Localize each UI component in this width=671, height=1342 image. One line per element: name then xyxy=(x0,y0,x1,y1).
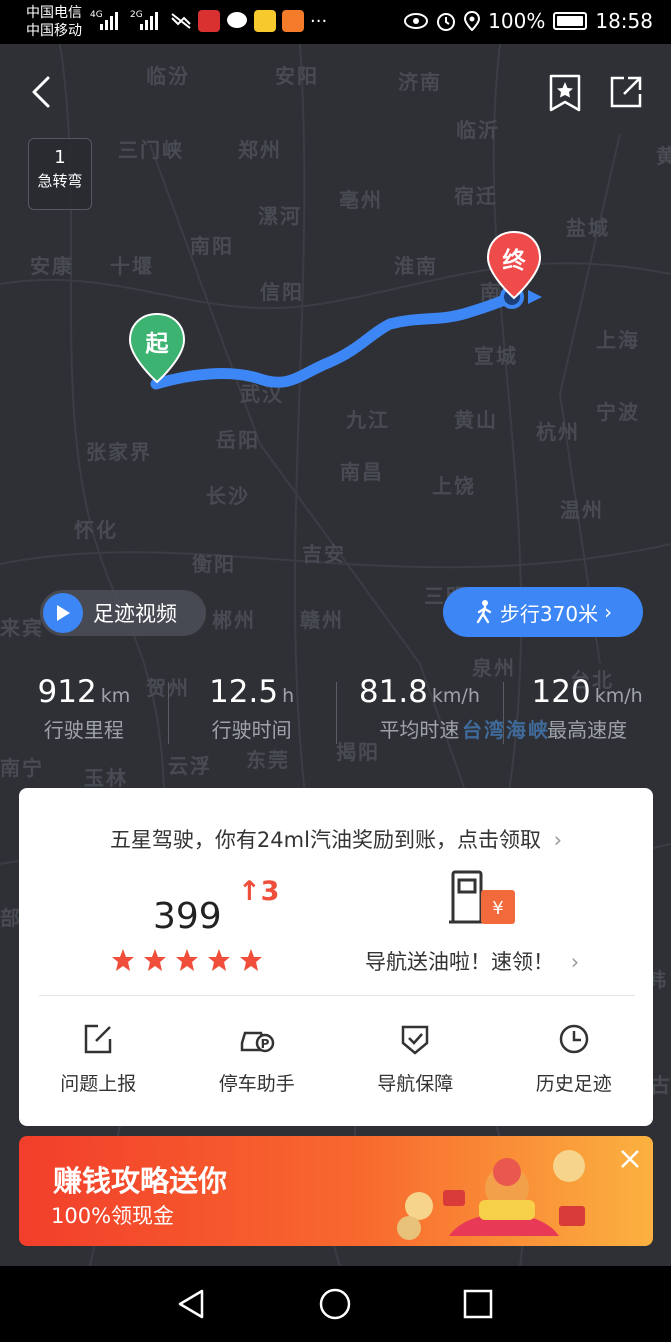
more-notifications-icon: ··· xyxy=(310,10,328,32)
fuel-promo-link[interactable]: 导航送油啦！速领！ › xyxy=(365,946,579,976)
stat-unit: km/h xyxy=(431,685,480,707)
chat-icon xyxy=(227,12,247,28)
nav-home-icon[interactable] xyxy=(317,1286,353,1322)
missed-call-icon xyxy=(171,13,191,29)
arrow-up-icon: ↑ xyxy=(238,876,261,907)
play-icon xyxy=(43,593,83,633)
star-icon xyxy=(240,949,262,971)
fuel-promo-text: 导航送油啦！速领！ xyxy=(365,950,554,974)
stat-avg-speed: 81.8 km/h 平均时速 xyxy=(335,674,504,754)
divider xyxy=(39,995,635,996)
end-pin-label: 终 xyxy=(502,248,526,274)
earn-money-banner[interactable]: 赚钱攻略送你 100%领现金 xyxy=(19,1136,653,1246)
battery-icon xyxy=(553,12,588,30)
battery-percent: 100% xyxy=(488,9,546,33)
walk-distance-button[interactable]: 步行370米 › xyxy=(443,587,643,637)
stat-label: 最高速度 xyxy=(547,718,628,742)
city-label: 云浮 xyxy=(168,754,212,778)
stat-unit: h xyxy=(282,685,295,707)
end-pin: 终 xyxy=(486,230,542,302)
stat-distance: 912 km 行驶里程 xyxy=(0,674,168,754)
stat-value: 81.8 xyxy=(358,674,428,710)
mascot-coins-illustration xyxy=(397,1150,585,1240)
clock: 18:58 xyxy=(595,9,653,33)
history-track-button[interactable]: 历史足迹 xyxy=(495,1023,654,1096)
city-label: 古 xyxy=(650,1073,671,1097)
nav-back-icon[interactable] xyxy=(174,1286,210,1322)
star-rating xyxy=(111,948,263,972)
chevron-right-icon: › xyxy=(604,600,613,624)
navigation-guarantee-button[interactable]: 导航保障 xyxy=(336,1023,495,1096)
tool-label: 导航保障 xyxy=(377,1073,454,1095)
alarm-icon xyxy=(437,13,456,31)
stat-label: 行驶里程 xyxy=(43,718,124,742)
chevron-right-icon: › xyxy=(570,950,580,974)
mic-app-icon xyxy=(198,10,220,32)
banner-subtitle: 100%领现金 xyxy=(51,1204,175,1228)
parking-car-icon: P xyxy=(240,1031,274,1053)
score-increase: ↑3 xyxy=(238,876,279,907)
tool-label: 问题上报 xyxy=(60,1073,137,1095)
carrier-2: 中国移动 xyxy=(26,23,82,39)
svg-text:P: P xyxy=(260,1037,269,1051)
report-issue-button[interactable]: 问题上报 xyxy=(19,1023,178,1096)
signal-icon-2 xyxy=(140,12,158,30)
sharp-turn-count: 1 xyxy=(54,147,66,168)
chevron-right-icon: › xyxy=(553,828,563,852)
status-bar: 中国电信 中国移动 4G 2G ··· 100% 18:58 xyxy=(0,0,671,44)
track-video-label: 足迹视频 xyxy=(93,602,177,626)
tool-label: 停车助手 xyxy=(218,1073,295,1095)
city-label: 南宁 xyxy=(0,756,44,780)
star-icon xyxy=(208,949,230,971)
stat-unit: km xyxy=(100,685,131,707)
driving-score-card: 五星驾驶，你有24ml汽油奖励到账，点击领取 › 399 ↑3 ¥ 导航送油啦！… xyxy=(19,788,653,1126)
stat-value: 120 xyxy=(531,674,591,710)
route-line xyxy=(150,285,542,390)
fuel-reward-link[interactable]: 五星驾驶，你有24ml汽油奖励到账，点击领取 › xyxy=(19,824,653,854)
city-label: 玉林 xyxy=(84,766,128,790)
carrier-1: 中国电信 xyxy=(26,5,82,21)
fuel-reward-text: 五星驾驶，你有24ml汽油奖励到账，点击领取 xyxy=(109,828,541,852)
walking-person-icon xyxy=(476,600,492,624)
stat-max-speed: 120 km/h 最高速度 xyxy=(503,674,671,754)
bookmark-star-icon[interactable] xyxy=(543,70,587,114)
tool-row: 问题上报 P 停车助手 导航保障 历史足迹 xyxy=(19,1023,653,1096)
heart-app-icon xyxy=(282,10,304,32)
stat-duration: 12.5 h 行驶时间 xyxy=(167,674,336,754)
sharp-turn-indicator[interactable]: 1 急转弯 xyxy=(28,138,92,210)
driving-score: 399 xyxy=(153,896,222,937)
parking-assistant-button[interactable]: P 停车助手 xyxy=(178,1023,337,1096)
nav-recents-icon[interactable] xyxy=(460,1286,496,1322)
close-icon[interactable] xyxy=(617,1146,643,1172)
stat-value: 912 xyxy=(37,674,97,710)
star-icon xyxy=(112,949,134,971)
stat-value: 12.5 xyxy=(209,674,279,710)
start-pin: 起 xyxy=(128,312,186,386)
stat-label: 行驶时间 xyxy=(211,718,292,742)
start-pin-label: 起 xyxy=(145,331,169,357)
track-video-button[interactable]: 足迹视频 xyxy=(40,590,206,636)
signal-icon xyxy=(100,12,118,30)
stat-label: 平均时速 xyxy=(379,718,460,742)
system-navigation-bar xyxy=(0,1266,671,1342)
walk-distance-label: 步行370米 xyxy=(499,601,599,626)
tool-label: 历史足迹 xyxy=(535,1073,612,1095)
banner-title: 赚钱攻略送你 xyxy=(53,1164,228,1198)
svg-text:¥: ¥ xyxy=(492,898,503,919)
gas-station-coupon-icon: ¥ xyxy=(449,870,515,924)
back-icon[interactable] xyxy=(22,70,66,114)
shield-check-icon xyxy=(402,1025,429,1055)
score-increase-value: 3 xyxy=(260,876,280,907)
edit-icon xyxy=(85,1024,112,1054)
share-icon[interactable] xyxy=(604,70,648,114)
clock-icon xyxy=(559,1024,588,1054)
trip-stats: 912 km 行驶里程 12.5 h 行驶时间 81.8 km/h 平均时速 120 k… xyxy=(0,674,671,754)
eye-icon xyxy=(404,13,429,29)
star-icon xyxy=(176,949,198,971)
stat-unit: km/h xyxy=(594,685,643,707)
star-icon xyxy=(144,949,166,971)
location-icon xyxy=(464,11,481,31)
app-notify-icon xyxy=(254,10,276,32)
sharp-turn-label: 急转弯 xyxy=(37,172,83,190)
